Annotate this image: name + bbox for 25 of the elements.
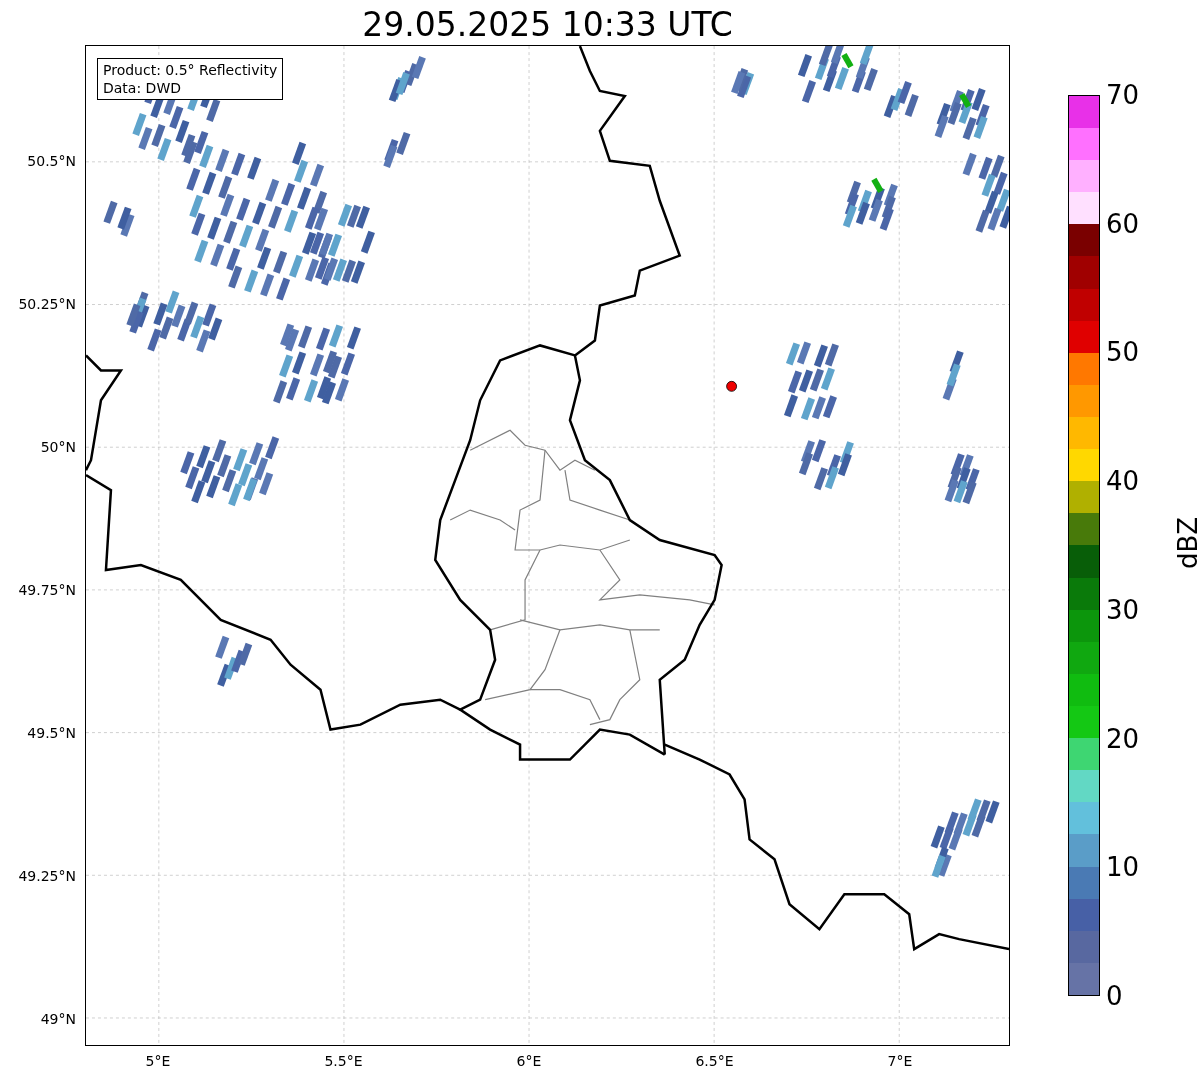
legend-text: Data: DWD [103,79,182,97]
colorbar-tick-label: 0 [1106,983,1123,1009]
colorbar-tick-label: 60 [1106,210,1140,237]
radar-site-marker [726,380,737,392]
latitude-label: 49.75°N [18,583,76,597]
colorbar-tick-label: 40 [1106,468,1140,495]
latitude-label: 49.5°N [27,726,76,740]
colorbar-tick-label: 20 [1106,725,1140,752]
colorbar-tick-label: 10 [1106,854,1140,881]
longitude-label: 6.5°E [695,1054,734,1068]
colorbar-tick-label: 30 [1106,596,1140,623]
latitude-label: 49°N [40,1012,76,1026]
latitude-label: 50°N [40,440,76,454]
colorbar-axis-label: dBZ [1175,516,1202,570]
longitude-label: 7°E [887,1054,913,1068]
colorbar-tick-label: 50 [1106,339,1140,366]
colorbar-tick-label: 70 [1106,82,1140,108]
latitude-label: 50.25°N [18,297,76,311]
map-title: 29.05.2025 10:33 UTC [362,4,733,41]
legend-text: Product: 0.5° Reflectivity [103,61,278,79]
longitude-label: 6°E [516,1054,542,1068]
longitude-label: 5.5°E [324,1054,363,1068]
latitude-label: 49.25°N [18,869,76,883]
latitude-label: 50.5°N [27,154,76,168]
longitude-label: 5°E [145,1054,171,1068]
